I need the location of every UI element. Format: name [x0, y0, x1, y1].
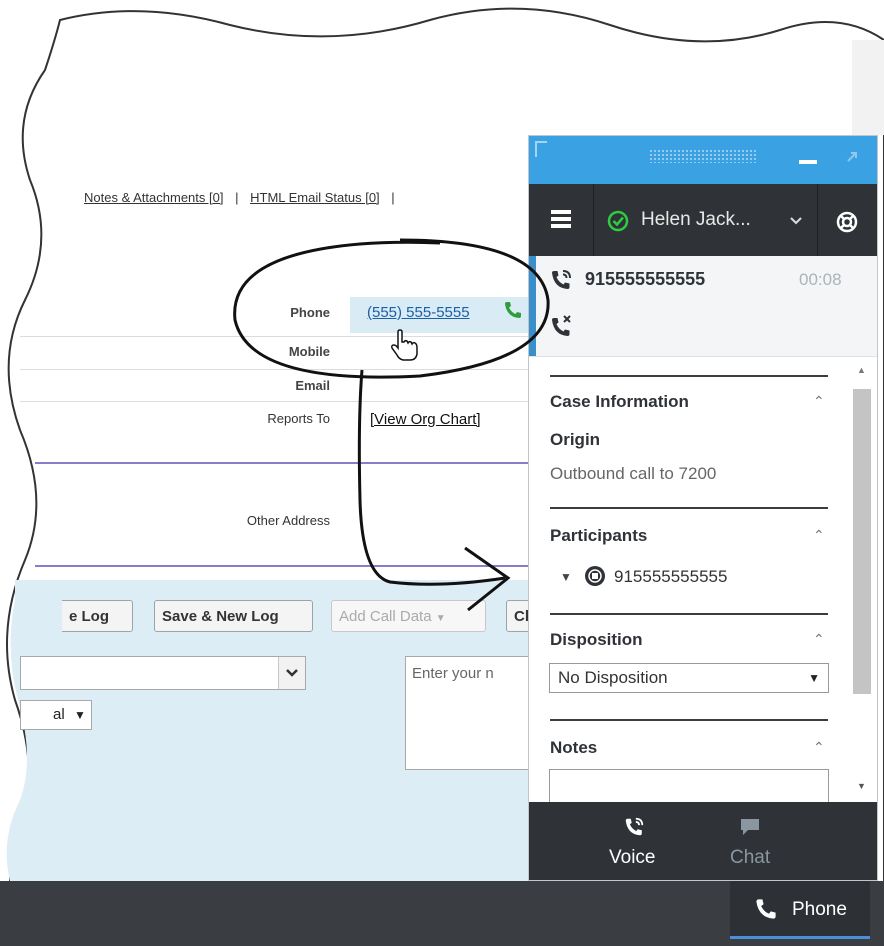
collapse-caret-icon[interactable]: ⌃	[813, 393, 825, 410]
phone-tab-label: Phone	[792, 899, 847, 920]
small-select[interactable]: al ▼	[20, 700, 92, 730]
drag-handle[interactable]	[649, 149, 757, 163]
toolbar-divider	[817, 184, 818, 256]
softphone-widget: Helen Jack... 915555555555 00:08 Case In…	[528, 135, 878, 881]
agent-status-dropdown[interactable]: Helen Jack...	[595, 184, 817, 256]
phone-label: Phone	[290, 305, 330, 320]
phone-icon	[756, 899, 776, 919]
widget-titlebar[interactable]	[529, 136, 877, 184]
disposition-value: No Disposition	[558, 668, 668, 687]
origin-value: Outbound call to 7200	[550, 464, 717, 483]
chat-bubble-icon	[741, 819, 759, 835]
expand-triangle-icon[interactable]: ▼	[560, 570, 572, 584]
ready-check-icon	[607, 210, 629, 232]
active-call-row[interactable]: 915555555555 00:08	[529, 256, 877, 357]
agent-name: Helen Jack...	[641, 209, 751, 230]
view-org-chart-link[interactable]: [View Org Chart]	[370, 411, 481, 428]
small-select-value: al	[53, 706, 65, 723]
notes-title[interactable]: Notes	[550, 738, 597, 758]
call-timer: 00:08	[799, 270, 842, 289]
phone-call-icon[interactable]	[503, 300, 523, 320]
dropdown-arrow-icon: ▼	[435, 613, 446, 624]
interaction-details-panel: Case Information ⌃ Origin Outbound call …	[529, 357, 877, 802]
resize-corner-icon[interactable]	[535, 141, 547, 157]
outbound-call-icon	[552, 270, 571, 289]
participant-phone-icon	[585, 566, 605, 586]
add-call-data-label: Add Call Data	[339, 608, 432, 625]
widget-toolbar: Helen Jack...	[529, 184, 877, 256]
related-list-links: Notes & Attachments [0] | HTML Email Sta…	[84, 190, 403, 205]
reports-to-label: Reports To	[267, 411, 330, 426]
chat-tab[interactable]: Chat	[719, 802, 789, 880]
origin-label: Origin	[550, 430, 601, 449]
menu-icon[interactable]	[551, 210, 571, 228]
section-divider	[550, 375, 828, 377]
link-separator: |	[235, 190, 239, 205]
scroll-down-icon[interactable]: ▼	[857, 781, 866, 791]
section-divider	[550, 507, 828, 509]
scroll-up-icon[interactable]: ▲	[857, 365, 866, 375]
voice-label: Voice	[609, 847, 656, 868]
comments-textarea[interactable]: Enter your n	[405, 656, 535, 770]
participants-title[interactable]: Participants	[550, 526, 647, 546]
save-log-button[interactable]: e Log	[62, 600, 133, 632]
html-email-status-link[interactable]: HTML Email Status [0]	[250, 190, 380, 205]
dropdown-arrow-icon: ▼	[808, 671, 820, 685]
participant-number: 915555555555	[614, 567, 728, 586]
section-divider	[550, 719, 828, 721]
voice-phone-icon	[625, 817, 644, 836]
phone-utility-tab[interactable]: Phone	[730, 881, 870, 939]
comments-placeholder: Enter your n	[412, 665, 494, 682]
row-divider	[20, 336, 530, 337]
channel-footer: Voice Chat	[529, 802, 877, 880]
row-divider	[20, 401, 530, 402]
section-divider	[35, 462, 530, 464]
phone-link[interactable]: (555) 555-5555	[367, 304, 470, 321]
add-call-data-button: Add Call Data ▼	[331, 600, 486, 632]
page-right-edge	[852, 40, 884, 135]
scrollbar-thumb[interactable]	[853, 389, 871, 694]
notes-textarea[interactable]	[549, 769, 829, 802]
chevron-down-icon	[790, 217, 802, 225]
chevron-down-icon	[286, 669, 298, 677]
link-separator: |	[391, 190, 395, 205]
notes-attachments-link[interactable]: Notes & Attachments [0]	[84, 190, 223, 205]
row-divider	[20, 369, 530, 370]
call-number: 915555555555	[585, 269, 706, 289]
disposition-select[interactable]: No Disposition ▼	[549, 663, 829, 693]
collapse-caret-icon[interactable]: ⌃	[813, 739, 825, 756]
minimize-icon[interactable]	[799, 160, 817, 164]
section-divider	[35, 565, 530, 567]
section-divider	[550, 613, 828, 615]
end-call-icon[interactable]	[549, 313, 575, 339]
other-address-label: Other Address	[246, 513, 330, 528]
active-tab-indicator	[730, 936, 870, 939]
toolbar-divider	[593, 184, 594, 256]
collapse-caret-icon[interactable]: ⌃	[813, 527, 825, 544]
mobile-label: Mobile	[288, 344, 330, 359]
chat-label: Chat	[730, 847, 771, 868]
call-accent-bar	[529, 256, 536, 356]
save-new-log-button[interactable]: Save & New Log	[154, 600, 313, 632]
case-information-title[interactable]: Case Information	[550, 392, 689, 412]
voice-tab[interactable]: Voice	[595, 802, 675, 880]
support-lifebuoy-icon[interactable]	[835, 210, 859, 234]
disposition-title[interactable]: Disposition	[550, 630, 643, 650]
email-label: Email	[295, 378, 330, 393]
collapse-caret-icon[interactable]: ⌃	[813, 631, 825, 648]
dropdown-arrow-icon: ▼	[74, 708, 86, 722]
select-button[interactable]	[278, 657, 305, 689]
popout-icon[interactable]	[845, 150, 859, 164]
log-type-select[interactable]	[20, 656, 306, 690]
